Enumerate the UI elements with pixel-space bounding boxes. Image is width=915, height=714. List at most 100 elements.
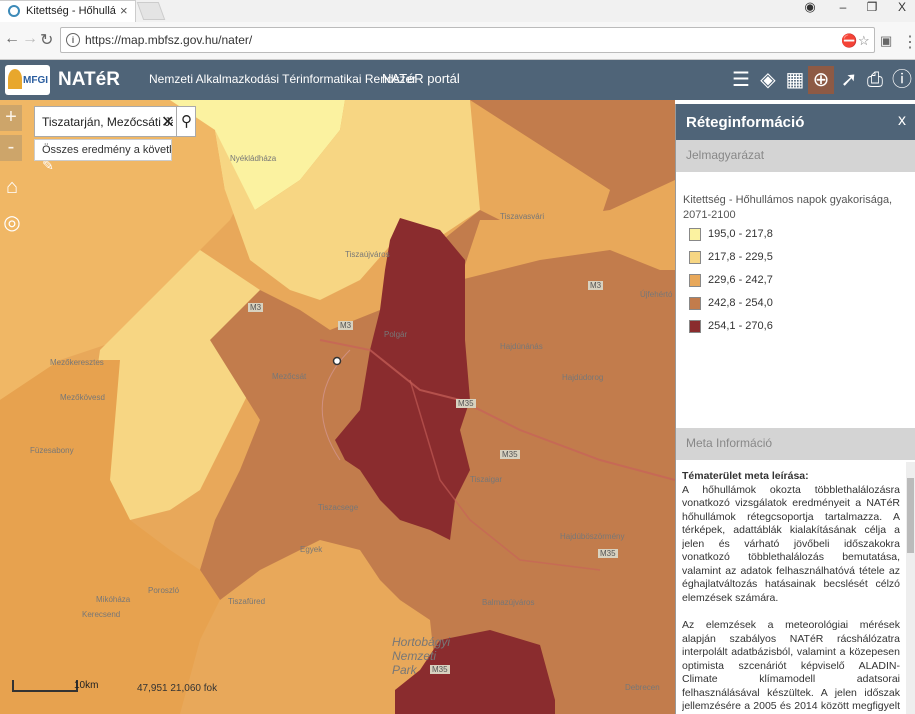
block-icon[interactable]: ⛔ bbox=[841, 33, 857, 49]
layers-icon[interactable]: ◈ bbox=[755, 66, 781, 94]
map-canvas[interactable]: Nyékládháza Tiszaújváros Tiszavasvári Me… bbox=[0, 100, 675, 714]
place-label: Balmazújváros bbox=[482, 598, 535, 607]
bookmark-star-icon[interactable]: ☆ bbox=[858, 33, 870, 49]
legend-swatch bbox=[689, 274, 701, 287]
place-label: Egyek bbox=[300, 545, 323, 554]
place-label: Nyékládháza bbox=[230, 154, 277, 163]
forward-icon[interactable]: → bbox=[22, 30, 38, 48]
restore-button[interactable]: ❐ bbox=[857, 0, 887, 18]
legend-swatch bbox=[689, 251, 701, 264]
place-label: Tiszacsege bbox=[318, 503, 359, 512]
legend-swatch bbox=[689, 297, 701, 310]
place-label: Tiszaigar bbox=[470, 475, 503, 484]
legend-header: Jelmagyarázat bbox=[686, 148, 765, 162]
meta-paragraph: A hőhullámok okozta többlethalálozásra v… bbox=[682, 483, 900, 604]
new-tab-button[interactable] bbox=[136, 2, 166, 20]
legend-item: 217,8 - 229,5 bbox=[689, 251, 889, 265]
place-label: Tiszavasvári bbox=[500, 212, 545, 221]
legend-item: 229,6 - 242,7 bbox=[689, 274, 889, 288]
place-label: Tiszafüred bbox=[228, 597, 266, 606]
place-label: Poroszló bbox=[148, 586, 180, 595]
place-label: Tiszaújváros bbox=[345, 250, 390, 259]
search-icon[interactable]: ⚲ bbox=[176, 107, 196, 136]
place-label: Mikóháza bbox=[96, 595, 131, 604]
app-subtitle: Nemzeti Alkalmazkodási Térinformatikai R… bbox=[149, 72, 417, 86]
legend-item: 242,8 - 254,0 bbox=[689, 297, 889, 311]
app-header: MFGI NATéR Nemzeti Alkalmazkodási Térinf… bbox=[0, 60, 915, 100]
clear-search-icon[interactable]: ✕ bbox=[161, 112, 174, 132]
browser-tab[interactable]: Kitettség - Hőhullámos n × bbox=[0, 0, 136, 22]
zoom-out-button[interactable]: - bbox=[0, 135, 22, 161]
place-label: Debrecen bbox=[625, 683, 660, 692]
measure-icon[interactable]: ✎ bbox=[36, 157, 60, 185]
place-label: Mezőcsát bbox=[272, 372, 307, 381]
place-label: Kerecsend bbox=[82, 610, 121, 619]
legend-title: Kitettség - Hőhullámos napok gyakorisága… bbox=[683, 194, 893, 221]
layer-info-panel: Réteginformáció x Jelmagyarázat Kitettsé… bbox=[675, 104, 915, 714]
legend-section-header[interactable]: Jelmagyarázat bbox=[676, 140, 915, 172]
pin-icon[interactable]: ➚ bbox=[836, 66, 862, 94]
meta-paragraph: Az elemzések a meteorológiai mérések ala… bbox=[682, 619, 900, 714]
place-label: Hajdúnánás bbox=[500, 342, 543, 351]
url-field[interactable]: i https://map.mbfsz.gov.hu/nater/ ⛔ ☆ bbox=[60, 27, 875, 53]
panel-header: Réteginformáció x bbox=[676, 104, 915, 140]
meta-scrollbar[interactable] bbox=[906, 462, 915, 714]
legend-label: 242,8 - 254,0 bbox=[708, 297, 773, 309]
search-more-results[interactable]: Összes eredmény a következő... bbox=[34, 139, 172, 161]
logo-mark-icon bbox=[8, 69, 22, 89]
reload-icon[interactable]: ↻ bbox=[40, 30, 53, 50]
extension-icon[interactable]: ▣ bbox=[880, 33, 892, 49]
location-marker[interactable] bbox=[332, 356, 342, 366]
legend-label: 254,1 - 270,6 bbox=[708, 320, 773, 332]
meta-heading: Tématerület meta leírása: bbox=[682, 470, 809, 482]
legend-item: 195,0 - 217,8 bbox=[689, 228, 889, 242]
site-info-icon[interactable]: i bbox=[66, 33, 80, 47]
list-icon[interactable]: ☰ bbox=[728, 66, 754, 94]
favicon-icon bbox=[8, 5, 20, 17]
scrollbar-thumb[interactable] bbox=[907, 478, 914, 553]
place-label: Hajdúböszörmény bbox=[560, 532, 625, 541]
panel-close-icon[interactable]: x bbox=[898, 112, 906, 130]
home-icon[interactable]: ⌂ bbox=[0, 176, 24, 204]
zoom-in-button[interactable]: + bbox=[0, 105, 22, 131]
search-box: ✕ ⚲ bbox=[34, 106, 196, 137]
grid-icon[interactable]: ▦ bbox=[782, 66, 808, 94]
locate-icon[interactable]: ◎ bbox=[0, 210, 24, 238]
back-icon[interactable]: ← bbox=[4, 30, 20, 48]
scale-label: 10km bbox=[74, 680, 99, 691]
tab-close-icon[interactable]: × bbox=[120, 3, 128, 18]
choropleth-map bbox=[0, 100, 675, 714]
legend-label: 229,6 - 242,7 bbox=[708, 274, 773, 286]
app-title[interactable]: NATéR bbox=[58, 69, 120, 91]
portal-link[interactable]: NATéR portál bbox=[382, 71, 460, 86]
road-label: M35 bbox=[500, 450, 520, 459]
scale-bar bbox=[12, 680, 78, 692]
road-label: M35 bbox=[598, 549, 618, 558]
profile-icon[interactable]: ◉ bbox=[795, 0, 825, 18]
place-label: Újfehértó bbox=[640, 290, 673, 299]
road-label: M3 bbox=[248, 303, 264, 312]
url-text: https://map.mbfsz.gov.hu/nater/ bbox=[85, 33, 253, 47]
place-label: Hajdúdorog bbox=[562, 373, 604, 382]
meta-section-header[interactable]: Meta Információ bbox=[676, 428, 915, 460]
place-label: Füzesabony bbox=[30, 446, 74, 455]
mfgi-logo[interactable]: MFGI bbox=[5, 65, 50, 95]
globe-icon[interactable]: ⊕ bbox=[808, 66, 834, 94]
legend-label: 217,8 - 229,5 bbox=[708, 251, 773, 263]
legend-label: 195,0 - 217,8 bbox=[708, 228, 773, 240]
road-label: M3 bbox=[588, 281, 604, 290]
place-label: Mezőkeresztes bbox=[50, 358, 104, 367]
browser-tab-bar: Kitettség - Hőhullámos n × ◉ – ❐ X bbox=[0, 0, 915, 22]
logo-text: MFGI bbox=[23, 75, 48, 86]
search-input[interactable] bbox=[35, 107, 173, 136]
panel-title: Réteginformáció bbox=[686, 114, 805, 131]
minimize-button[interactable]: – bbox=[828, 0, 858, 18]
coordinates-readout: 47,951 21,060 fok bbox=[137, 683, 218, 694]
legend-swatch bbox=[689, 320, 701, 333]
place-label: Polgár bbox=[384, 330, 408, 339]
meta-header: Meta Információ bbox=[686, 436, 773, 450]
window-close-button[interactable]: X bbox=[887, 0, 915, 18]
print-icon[interactable]: ⎙ bbox=[862, 66, 888, 94]
info-icon[interactable]: ⓘ bbox=[889, 66, 915, 94]
menu-icon[interactable]: ⋮ bbox=[902, 32, 915, 52]
